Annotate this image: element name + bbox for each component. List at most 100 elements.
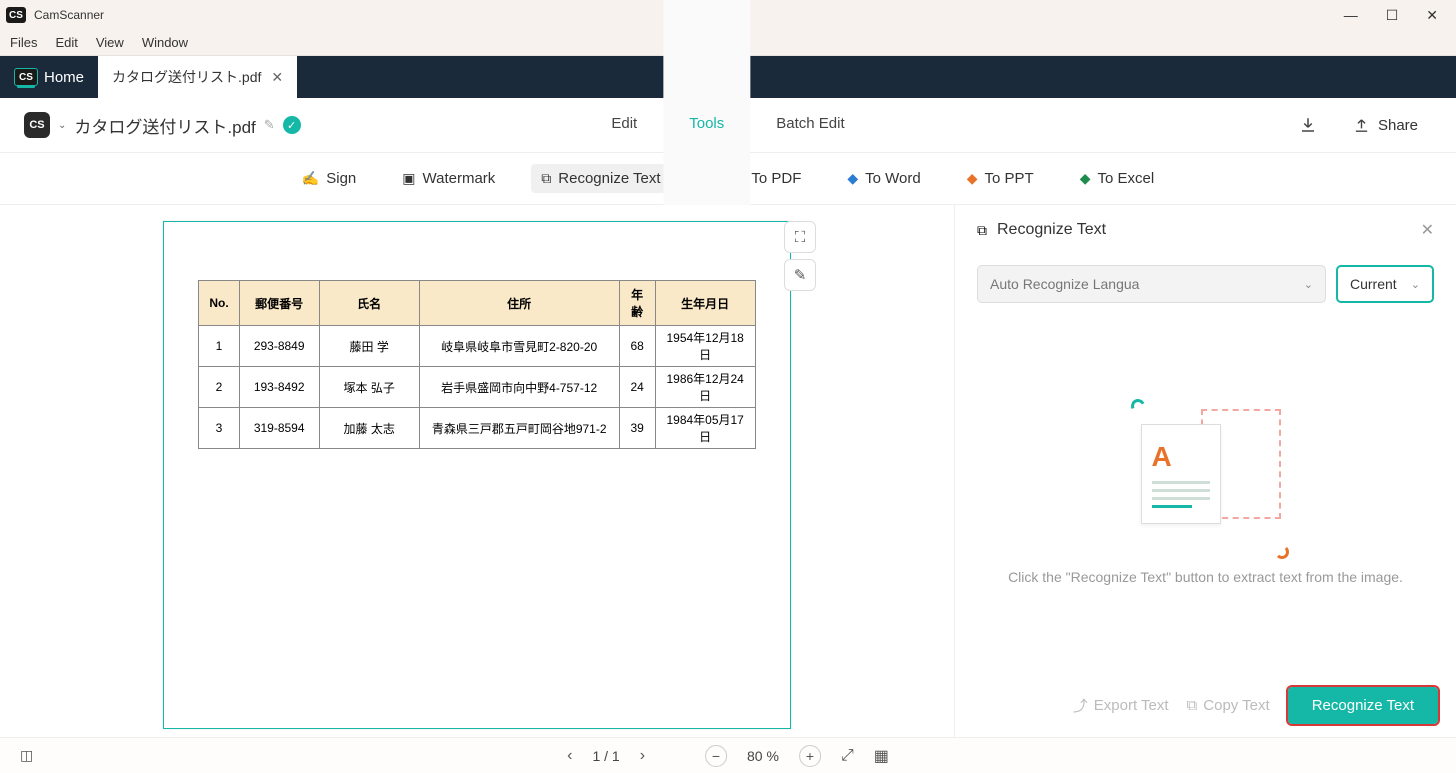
copy-text-button[interactable]: ⧉ Copy Text	[1187, 697, 1270, 714]
canvas-area[interactable]: No. 郵便番号 氏名 住所 年齢 生年月日 1293-8849藤田 学岐阜県岐…	[0, 205, 954, 737]
page-indicator: 1 / 1	[592, 748, 619, 764]
minimize-button[interactable]: —	[1344, 7, 1358, 24]
watermark-icon: ▣	[402, 170, 415, 187]
download-button[interactable]	[1291, 108, 1325, 142]
zoom-level: 80 %	[747, 748, 779, 764]
th-dob: 生年月日	[655, 281, 755, 326]
recognize-icon: ⧉	[541, 170, 551, 187]
cell-age: 24	[619, 367, 655, 408]
th-name: 氏名	[319, 281, 419, 326]
statusbar: ◫ ‹ 1 / 1 › − 80 % + ⤢ ▦	[0, 737, 1456, 773]
table-row: 2193-8492塚本 弘子岩手県盛岡市向中野4-757-12241986年12…	[199, 367, 755, 408]
sync-badge-icon[interactable]: ✓	[283, 116, 301, 134]
table-row: 3319-8594加藤 太志青森県三戸郡五戸町岡谷地971-2391984年05…	[199, 408, 755, 449]
prev-page-button[interactable]: ‹	[567, 747, 572, 765]
cell-no: 3	[199, 408, 239, 449]
menu-files[interactable]: Files	[10, 35, 37, 50]
zoom-out-button[interactable]: −	[705, 745, 727, 767]
cell-zip: 293-8849	[239, 326, 319, 367]
app-title: CamScanner	[34, 8, 104, 22]
th-age: 年齢	[619, 281, 655, 326]
cell-dob: 1986年12月24日	[655, 367, 755, 408]
ribbon-word-label: To Word	[865, 170, 921, 187]
menu-view[interactable]: View	[96, 35, 124, 50]
ribbon-sign[interactable]: ✍ Sign	[292, 164, 366, 193]
tab-document[interactable]: カタログ送付リスト.pdf ✕	[98, 56, 297, 98]
ribbon-watermark[interactable]: ▣ Watermark	[392, 164, 505, 193]
zoom-in-button[interactable]: +	[799, 745, 821, 767]
menu-edit[interactable]: Edit	[55, 35, 77, 50]
cell-no: 2	[199, 367, 239, 408]
app-icon: CS	[6, 7, 26, 23]
floating-tools: ⛶ ✎	[784, 221, 816, 291]
recognize-panel-icon: ⧉	[977, 222, 987, 239]
cell-zip: 319-8594	[239, 408, 319, 449]
fullscreen-button[interactable]: ⛶	[784, 221, 816, 253]
tab-home[interactable]: CS Home	[0, 56, 98, 98]
cs-logo-icon: CS	[14, 68, 38, 86]
comment-button[interactable]: ✎	[784, 259, 816, 291]
chevron-down-icon: ⌄	[1411, 278, 1420, 291]
cell-addr: 岐阜県岐阜市雪見町2-820-20	[419, 326, 619, 367]
excel-icon: ◆	[1080, 170, 1091, 187]
tab-close-icon[interactable]: ✕	[271, 69, 283, 86]
chevron-down-icon[interactable]: ⌄	[58, 120, 66, 131]
document-table: No. 郵便番号 氏名 住所 年齢 生年月日 1293-8849藤田 学岐阜県岐…	[198, 280, 755, 449]
menu-window[interactable]: Window	[142, 35, 188, 50]
panel-header: ⧉ Recognize Text ✕	[955, 205, 1456, 255]
ppt-icon: ◆	[967, 170, 978, 187]
ribbon-sign-label: Sign	[326, 170, 356, 187]
share-button[interactable]: Share	[1339, 111, 1432, 140]
cell-addr: 岩手県盛岡市向中野4-757-12	[419, 367, 619, 408]
panel-hint: Click the "Recognize Text" button to ext…	[968, 567, 1443, 588]
next-page-button[interactable]: ›	[640, 747, 645, 765]
close-button[interactable]: ✕	[1426, 7, 1438, 24]
maximize-button[interactable]: ☐	[1386, 7, 1399, 24]
table-row: 1293-8849藤田 学岐阜県岐阜市雪見町2-820-20681954年12月…	[199, 326, 755, 367]
language-value: Auto Recognize Langua	[990, 276, 1139, 292]
status-center: ‹ 1 / 1 › − 80 % + ⤢ ▦	[567, 745, 889, 767]
panel-footer: ⤴ Export Text ⧉ Copy Text Recognize Text	[955, 673, 1456, 737]
doc-app-icon[interactable]: CS	[24, 112, 50, 138]
export-icon: ⤴	[1073, 695, 1088, 716]
cell-zip: 193-8492	[239, 367, 319, 408]
th-zip: 郵便番号	[239, 281, 319, 326]
cell-addr: 青森県三戸郡五戸町岡谷地971-2	[419, 408, 619, 449]
ribbon-to-ppt[interactable]: ◆ To PPT	[957, 164, 1044, 193]
cell-dob: 1954年12月18日	[655, 326, 755, 367]
language-dropdown[interactable]: Auto Recognize Langua ⌄	[977, 265, 1326, 303]
page-range-dropdown[interactable]: Current ⌄	[1336, 265, 1434, 303]
tab-home-label: Home	[44, 69, 84, 86]
page-range-value: Current	[1350, 276, 1397, 292]
recognize-illustration	[1131, 399, 1281, 549]
share-label: Share	[1378, 117, 1418, 134]
cell-name: 加藤 太志	[319, 408, 419, 449]
cell-age: 39	[619, 408, 655, 449]
right-actions: Share	[1291, 108, 1432, 142]
cell-dob: 1984年05月17日	[655, 408, 755, 449]
share-icon	[1353, 117, 1370, 134]
cell-name: 塚本 弘子	[319, 367, 419, 408]
doc-title-wrap: CS ⌄ カタログ送付リスト.pdf ✎ ✓	[24, 112, 301, 138]
panel-controls: Auto Recognize Langua ⌄ Current ⌄	[955, 255, 1456, 313]
window-controls: — ☐ ✕	[1344, 7, 1450, 24]
document-page[interactable]: No. 郵便番号 氏名 住所 年齢 生年月日 1293-8849藤田 学岐阜県岐…	[163, 221, 791, 729]
document-title: カタログ送付リスト.pdf	[74, 113, 255, 138]
cell-age: 68	[619, 326, 655, 367]
panel-body: Click the "Recognize Text" button to ext…	[955, 313, 1456, 673]
tab-doc-label: カタログ送付リスト.pdf	[112, 67, 261, 87]
panel-close-icon[interactable]: ✕	[1421, 220, 1434, 240]
export-label: Export Text	[1094, 697, 1169, 714]
panel-toggle-icon[interactable]: ◫	[20, 747, 33, 764]
export-text-button[interactable]: ⤴ Export Text	[1073, 695, 1169, 716]
fit-button[interactable]: ⤢	[841, 747, 854, 765]
edit-title-icon[interactable]: ✎	[264, 117, 275, 133]
toolbar: CS ⌄ カタログ送付リスト.pdf ✎ ✓ Edit Tools Batch …	[0, 98, 1456, 153]
sign-icon: ✍	[302, 170, 319, 187]
ribbon-to-excel[interactable]: ◆ To Excel	[1070, 164, 1164, 193]
grid-view-button[interactable]: ▦	[874, 746, 889, 766]
copy-label: Copy Text	[1203, 697, 1269, 714]
recognize-text-button[interactable]: Recognize Text	[1288, 687, 1438, 724]
ribbon-watermark-label: Watermark	[423, 170, 496, 187]
panel-title: Recognize Text	[997, 221, 1411, 239]
